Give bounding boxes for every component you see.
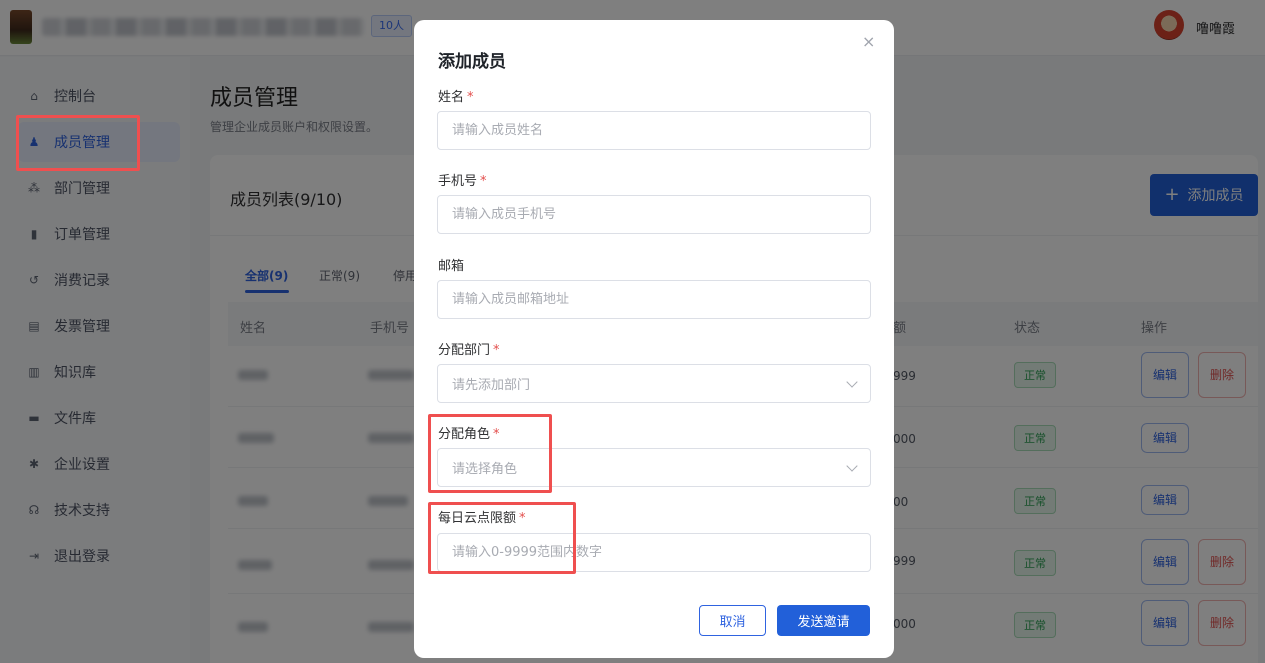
name-input[interactable] bbox=[437, 111, 871, 150]
required-mark: * bbox=[493, 343, 500, 358]
required-mark: * bbox=[467, 90, 474, 105]
close-icon[interactable]: × bbox=[862, 32, 875, 51]
phone-label-text: 手机号 bbox=[438, 174, 478, 189]
department-placeholder: 请先添加部门 bbox=[452, 378, 531, 393]
phone-input[interactable] bbox=[437, 195, 871, 234]
required-mark: * bbox=[493, 427, 500, 442]
role-label-text: 分配角色 bbox=[438, 427, 491, 442]
daily-quota-input[interactable] bbox=[437, 533, 871, 572]
required-mark: * bbox=[480, 174, 487, 189]
department-select[interactable]: 请先添加部门 bbox=[437, 364, 871, 403]
chevron-down-icon bbox=[846, 376, 858, 388]
cancel-button[interactable]: 取消 bbox=[699, 605, 766, 636]
email-input[interactable] bbox=[437, 280, 871, 319]
role-placeholder: 请选择角色 bbox=[452, 462, 518, 477]
department-label: 分配部门 * bbox=[438, 339, 500, 358]
send-invite-button[interactable]: 发送邀请 bbox=[777, 605, 870, 636]
required-mark: * bbox=[519, 511, 526, 526]
role-label: 分配角色 * bbox=[438, 423, 500, 442]
email-label: 邮箱 bbox=[438, 259, 465, 274]
role-select[interactable]: 请选择角色 bbox=[437, 448, 871, 487]
name-label: 姓名 * bbox=[438, 86, 474, 105]
phone-label: 手机号 * bbox=[438, 170, 487, 189]
modal-title: 添加成员 bbox=[438, 52, 506, 72]
chevron-down-icon bbox=[846, 460, 858, 472]
quota-label: 每日云点限额 * bbox=[438, 507, 526, 526]
quota-label-text: 每日云点限额 bbox=[438, 511, 517, 526]
department-label-text: 分配部门 bbox=[438, 343, 491, 358]
name-label-text: 姓名 bbox=[438, 90, 465, 105]
add-member-modal: 添加成员 × 姓名* 手机号* 邮箱 分配部门* 请先添加部门 分配角色* 请选… bbox=[414, 20, 894, 658]
